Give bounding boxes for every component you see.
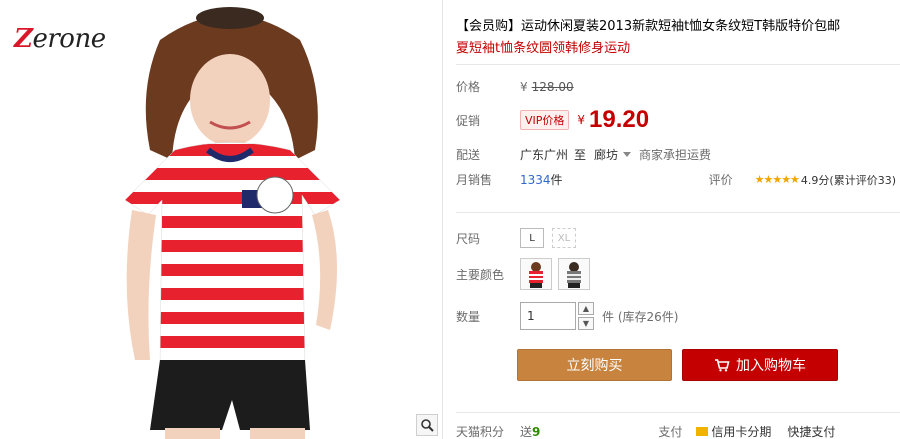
promo-price-row: 促销 VIP价格 ¥ 19.20: [456, 106, 649, 134]
product-title-line2: 夏短袖t恤条纹圆领韩修身运动: [456, 41, 631, 56]
product-title: 【会员购】运动休闲夏装2013新款短袖t恤女条纹短T韩版特价包邮 夏短袖t恤条纹…: [456, 16, 896, 60]
shirt-badge: [256, 176, 294, 214]
product-detail-panel: 【会员购】运动休闲夏装2013新款短袖t恤女条纹短T韩版特价包邮 夏短袖t恤条纹…: [456, 0, 900, 439]
rating-text[interactable]: 4.9分(累计评价33): [801, 172, 896, 188]
credit-card-icon: [696, 427, 709, 436]
rating-label: 评价: [708, 173, 733, 187]
buy-now-label: 立刻购买: [566, 358, 623, 374]
magnifier-icon: [421, 419, 434, 432]
cart-icon: [715, 359, 730, 372]
product-photo[interactable]: [90, 0, 370, 439]
points-label: 天猫积分: [456, 425, 505, 439]
vip-badge: VIP价格: [520, 110, 570, 130]
sunglasses-icon: [196, 7, 264, 29]
quantity-input[interactable]: 1: [520, 302, 576, 330]
color-swatch-gray-icon: [567, 262, 581, 288]
buy-now-button[interactable]: 立刻购买: [517, 349, 672, 381]
size-option-l[interactable]: L: [520, 228, 544, 248]
quantity-stepper: ▲ ▼: [578, 302, 594, 330]
shipping-row: 配送 广东广州 至 廊坊 商家承担运费: [456, 146, 711, 163]
shipping-destination[interactable]: 廊坊: [594, 146, 618, 163]
quantity-increase-button[interactable]: ▲: [578, 302, 594, 315]
shipping-label: 配送: [456, 148, 481, 162]
title-divider: [456, 64, 900, 65]
promo-price: 19.20: [589, 106, 650, 133]
original-price: 128.00: [531, 79, 574, 94]
model-face: [190, 54, 270, 146]
add-to-cart-label: 加入购物车: [736, 358, 806, 374]
shipping-from: 广东广州: [520, 148, 569, 162]
color-option-red[interactable]: [520, 258, 552, 290]
points-send: 送: [520, 425, 533, 439]
rating-stars-icon: ★★★★★: [754, 173, 800, 186]
price-currency: ¥: [520, 79, 528, 94]
credit-installment[interactable]: 信用卡分期: [711, 424, 771, 439]
quantity-decrease-button[interactable]: ▼: [578, 317, 594, 330]
color-label: 主要颜色: [456, 267, 505, 282]
chevron-down-icon[interactable]: [623, 152, 632, 157]
quantity-label: 数量: [456, 309, 481, 324]
sales-label: 月销售: [456, 173, 493, 187]
product-title-line1: 【会员购】运动休闲夏装2013新款短袖t恤女条纹短T韩版特价包邮: [456, 19, 841, 34]
product-image-panel: Zerone: [0, 0, 443, 439]
color-option-gray[interactable]: [558, 258, 590, 290]
size-label: 尺码: [456, 231, 481, 246]
quantity-row: 数量 1 ▲ ▼ 件 (库存26件): [456, 302, 678, 330]
size-option-xl[interactable]: XL: [552, 228, 576, 248]
points-value: 9: [532, 424, 541, 439]
add-to-cart-button[interactable]: 加入购物车: [682, 349, 838, 381]
bottom-info-row: 天猫积分 送 9 支付 信用卡分期 快捷支付: [456, 424, 900, 439]
promo-label: 促销: [456, 113, 481, 128]
stock-text: 件 (库存26件): [602, 309, 679, 324]
actions-divider: [456, 412, 900, 413]
sales-row: 月销售 1334 件 评价 ★★★★★ 4.9分(累计评价33): [456, 171, 900, 188]
color-swatch-red-icon: [529, 262, 543, 288]
black-shorts: [150, 360, 310, 430]
price-divider: [456, 212, 900, 213]
original-price-row: 价格 ¥ 128.00: [456, 78, 574, 95]
size-row: 尺码 L XL: [456, 228, 584, 248]
pay-label: 支付: [658, 425, 683, 439]
striped-shirt: [124, 142, 341, 373]
color-row: 主要颜色: [456, 258, 596, 290]
sales-count: 1334: [520, 172, 551, 187]
promo-currency: ¥: [577, 113, 586, 127]
shipping-note: 商家承担运费: [639, 148, 712, 162]
shipping-to-word: 至: [574, 148, 587, 162]
price-label: 价格: [456, 80, 481, 94]
quick-pay[interactable]: 快捷支付: [787, 424, 835, 439]
brand-logo-mark: Z: [14, 24, 33, 54]
zoom-button[interactable]: [416, 414, 438, 436]
sales-unit: 件: [550, 173, 563, 187]
